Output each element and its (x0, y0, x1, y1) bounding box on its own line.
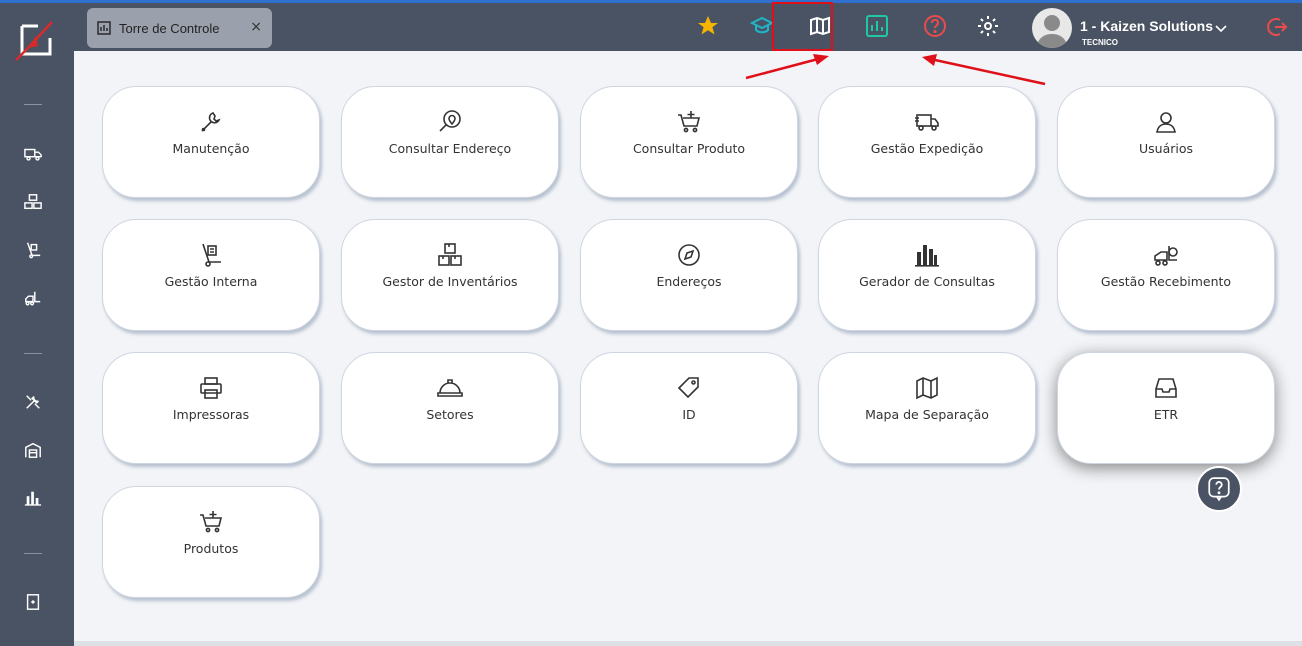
app-logo[interactable] (14, 16, 60, 62)
hand-truck-icon (202, 243, 221, 267)
card-gerador-de-consultas[interactable]: Gerador de Consultas (818, 219, 1036, 331)
card-gestor-de-inventarios[interactable]: Gestor de Inventários (341, 219, 559, 331)
truck-icon[interactable] (22, 143, 44, 165)
card-gestao-interna[interactable]: Gestão Interna (102, 219, 320, 331)
avatar[interactable] (1032, 8, 1072, 48)
card-label: Produtos (183, 541, 239, 556)
card-impressoras[interactable]: Impressoras (102, 352, 320, 464)
help-icon[interactable] (922, 13, 948, 39)
tag-icon (677, 377, 699, 399)
card-gestao-expedicao[interactable]: Gestão Expedição (818, 86, 1036, 198)
sidebar-divider (24, 553, 42, 554)
card-label: Gestão Expedição (870, 141, 984, 156)
chevron-down-icon[interactable] (1214, 21, 1228, 35)
card-gestao-recebimento[interactable]: Gestão Recebimento (1057, 219, 1275, 331)
card-label: Gestor de Inventários (382, 274, 518, 289)
cart-plus-icon (200, 511, 223, 533)
help-icon (1208, 477, 1230, 502)
card-label: Gestão Recebimento (1100, 274, 1232, 289)
star-icon[interactable] (695, 13, 721, 39)
card-label: ID (682, 407, 696, 422)
card-label: Consultar Endereço (388, 141, 512, 156)
boxes-icon (438, 243, 462, 266)
document-icon[interactable] (22, 591, 44, 613)
tools-icon[interactable] (22, 391, 44, 413)
sidebar-divider (24, 104, 42, 105)
card-label: Consultar Produto (632, 141, 746, 156)
card-label: Manutenção (172, 141, 250, 156)
card-consultar-endereco[interactable]: Consultar Endereço (341, 86, 559, 198)
location-search-icon (439, 110, 461, 132)
card-label: Gestão Interna (164, 274, 258, 289)
hard-hat-icon (437, 379, 463, 397)
bottom-border (74, 641, 1302, 646)
inbox-icon (1155, 378, 1177, 398)
card-id[interactable]: ID (580, 352, 798, 464)
user-icon (1156, 112, 1176, 133)
sidebar (0, 3, 74, 646)
chart-icon[interactable] (864, 13, 890, 39)
help-chat-button[interactable] (1196, 466, 1242, 512)
card-label: Impressoras (172, 407, 250, 422)
printer-icon (200, 377, 222, 399)
forklift-icon (1154, 246, 1178, 266)
forklift-icon[interactable] (22, 287, 44, 309)
card-setores[interactable]: Setores (341, 352, 559, 464)
map-icon (916, 376, 938, 400)
card-label: Endereços (656, 274, 722, 289)
user-name[interactable]: 1 - Kaizen Solutions (1080, 18, 1213, 34)
hand-truck-icon[interactable] (22, 239, 44, 261)
card-usuarios[interactable]: Usuários (1057, 86, 1275, 198)
gear-icon[interactable] (975, 13, 1001, 39)
wrench-icon (201, 112, 221, 132)
chart-bars-icon[interactable] (22, 487, 44, 509)
truck-icon (915, 114, 939, 131)
sidebar-divider (24, 353, 42, 354)
highlight-box (772, 2, 833, 51)
card-label: Mapa de Separação (865, 407, 989, 422)
card-mapa-de-separacao[interactable]: Mapa de Separação (818, 352, 1036, 464)
close-icon[interactable]: × (250, 19, 262, 35)
card-label: Setores (426, 407, 474, 422)
warehouse-icon[interactable] (22, 439, 44, 461)
user-role: TECNICO (1082, 38, 1118, 47)
cart-plus-icon (678, 111, 701, 133)
boxes-icon[interactable] (22, 191, 44, 213)
compass-icon (678, 244, 700, 266)
card-produtos[interactable]: Produtos (102, 486, 320, 598)
card-label: ETR (1153, 407, 1179, 422)
card-manutencao[interactable]: Manutenção (102, 86, 320, 198)
card-enderecos[interactable]: Endereços (580, 219, 798, 331)
top-bar: Torre de Controle × 1 - Kaizen Solutions… (74, 3, 1302, 51)
chart-icon (97, 21, 111, 35)
card-label: Usuários (1138, 141, 1194, 156)
card-etr[interactable]: ETR (1057, 352, 1275, 464)
card-label: Gerador de Consultas (859, 274, 995, 289)
chart-bars-icon (915, 245, 939, 267)
tab-torre-de-controle[interactable]: Torre de Controle × (87, 8, 272, 48)
tab-label: Torre de Controle (119, 20, 220, 36)
logout-icon[interactable] (1266, 16, 1288, 38)
card-consultar-produto[interactable]: Consultar Produto (580, 86, 798, 198)
